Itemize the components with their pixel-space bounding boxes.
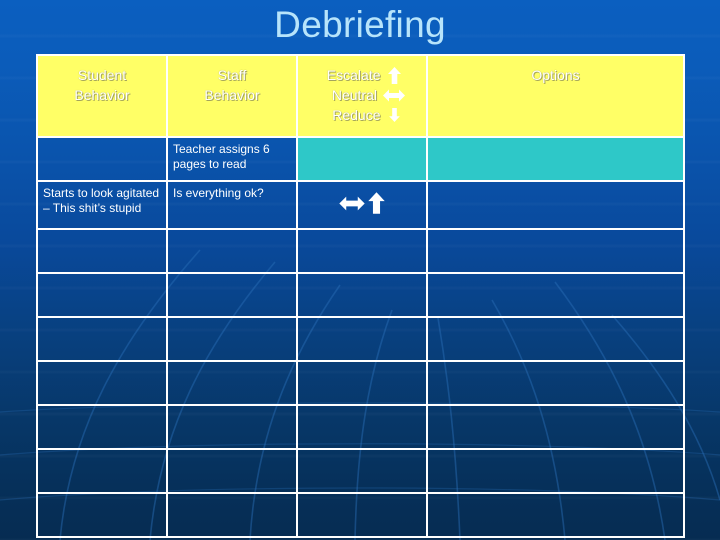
debriefing-table: Student Behavior Staff Behavior Escalate bbox=[36, 54, 685, 538]
cell-options[interactable] bbox=[426, 360, 685, 406]
cell-student-behavior[interactable] bbox=[36, 136, 168, 182]
legend-escalate-label: Escalate bbox=[326, 67, 381, 83]
table-row bbox=[36, 448, 685, 494]
cell-rating[interactable] bbox=[296, 228, 428, 274]
cell-staff-behavior-text: Teacher assigns 6 pages to read bbox=[173, 142, 270, 171]
cell-rating[interactable] bbox=[296, 136, 428, 182]
slide-canvas: Debriefing Student Behavior Staff Behavi… bbox=[0, 0, 720, 540]
cell-options[interactable] bbox=[426, 272, 685, 318]
header-student-behavior-line1: Student bbox=[77, 67, 127, 83]
cell-options[interactable] bbox=[426, 136, 685, 182]
arrow-up-icon bbox=[387, 66, 402, 84]
cell-staff-behavior[interactable]: Teacher assigns 6 pages to read bbox=[166, 136, 298, 182]
table-row bbox=[36, 272, 685, 318]
cell-options[interactable] bbox=[426, 492, 685, 538]
cell-student-behavior[interactable] bbox=[36, 492, 168, 538]
table-row bbox=[36, 316, 685, 362]
cell-staff-behavior[interactable] bbox=[166, 272, 298, 318]
legend-escalate: Escalate bbox=[298, 65, 426, 85]
header-options-label: Options bbox=[531, 67, 580, 83]
page-title: Debriefing bbox=[274, 4, 446, 45]
header-staff-behavior-line2: Behavior bbox=[204, 87, 260, 103]
legend-neutral: Neutral bbox=[298, 85, 426, 105]
cell-rating[interactable] bbox=[296, 448, 428, 494]
cell-student-behavior[interactable] bbox=[36, 316, 168, 362]
cell-student-behavior[interactable] bbox=[36, 228, 168, 274]
table-row bbox=[36, 492, 685, 538]
table-row bbox=[36, 404, 685, 450]
cell-options[interactable] bbox=[426, 316, 685, 362]
cell-rating[interactable] bbox=[296, 180, 428, 230]
header-cell-student-behavior: Student Behavior bbox=[36, 54, 168, 138]
arrow-up-icon bbox=[367, 192, 386, 214]
table-header-row: Student Behavior Staff Behavior Escalate bbox=[36, 54, 685, 138]
table-row: Starts to look agitated – This shit’s st… bbox=[36, 180, 685, 230]
header-student-behavior-line2: Behavior bbox=[74, 87, 130, 103]
arrow-left-right-icon bbox=[338, 196, 365, 211]
table-row: Teacher assigns 6 pages to read bbox=[36, 136, 685, 182]
cell-staff-behavior[interactable]: Is everything ok? bbox=[166, 180, 298, 230]
cell-staff-behavior[interactable] bbox=[166, 492, 298, 538]
legend-reduce-label: Reduce bbox=[332, 107, 381, 123]
cell-rating[interactable] bbox=[296, 272, 428, 318]
cell-student-behavior[interactable] bbox=[36, 272, 168, 318]
arrow-left-right-icon bbox=[383, 89, 405, 102]
cell-options[interactable] bbox=[426, 228, 685, 274]
cell-student-behavior[interactable] bbox=[36, 360, 168, 406]
cell-student-behavior-text: Starts to look agitated – This shit’s st… bbox=[43, 186, 160, 215]
cell-rating[interactable] bbox=[296, 492, 428, 538]
legend-reduce: Reduce bbox=[298, 105, 426, 125]
cell-rating[interactable] bbox=[296, 404, 428, 450]
cell-options[interactable] bbox=[426, 180, 685, 230]
cell-staff-behavior[interactable] bbox=[166, 448, 298, 494]
cell-rating[interactable] bbox=[296, 360, 428, 406]
header-cell-options: Options bbox=[426, 54, 685, 138]
cell-staff-behavior[interactable] bbox=[166, 228, 298, 274]
cell-student-behavior[interactable]: Starts to look agitated – This shit’s st… bbox=[36, 180, 168, 230]
header-staff-behavior-line1: Staff bbox=[217, 67, 247, 83]
cell-options[interactable] bbox=[426, 448, 685, 494]
table-row bbox=[36, 228, 685, 274]
cell-student-behavior[interactable] bbox=[36, 448, 168, 494]
table-row bbox=[36, 360, 685, 406]
cell-options[interactable] bbox=[426, 404, 685, 450]
cell-rating-icons bbox=[298, 182, 426, 214]
cell-student-behavior-text bbox=[38, 138, 166, 142]
cell-staff-behavior[interactable] bbox=[166, 404, 298, 450]
cell-rating[interactable] bbox=[296, 316, 428, 362]
cell-student-behavior[interactable] bbox=[36, 404, 168, 450]
header-cell-escalate-neutral-reduce: Escalate Neutral Reduce bbox=[296, 54, 428, 138]
cell-staff-behavior[interactable] bbox=[166, 360, 298, 406]
arrow-down-icon bbox=[387, 108, 402, 122]
legend-neutral-label: Neutral bbox=[331, 87, 377, 103]
cell-staff-behavior[interactable] bbox=[166, 316, 298, 362]
cell-staff-behavior-text: Is everything ok? bbox=[173, 186, 264, 200]
header-cell-staff-behavior: Staff Behavior bbox=[166, 54, 298, 138]
